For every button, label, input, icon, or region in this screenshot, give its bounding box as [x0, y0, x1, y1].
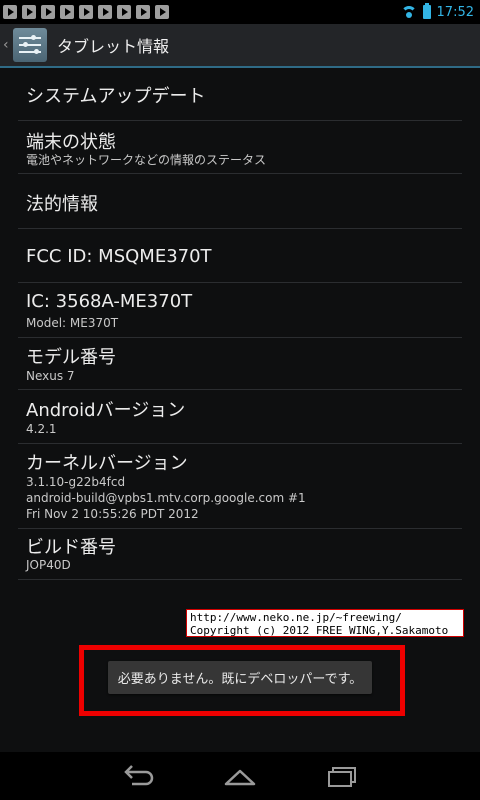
list-item-system-update[interactable]: システムアップデート [18, 68, 462, 121]
list-item-subtitle: 4.2.1 [26, 422, 57, 436]
copyright-url: http://www.neko.ne.jp/~freewing/ [190, 611, 402, 624]
list-item-title: 端末の状態 [26, 132, 116, 153]
play-notification-icon [3, 5, 17, 19]
toast-message: 必要ありません。既にデベロッパーです。 [108, 661, 372, 694]
copyright-watermark: http://www.neko.ne.jp/~freewing/ Copyrig… [186, 609, 464, 637]
play-notification-icon [98, 5, 112, 19]
list-item-title: ビルド番号 [26, 537, 116, 558]
list-item-title: システムアップデート [26, 86, 206, 107]
home-icon [224, 769, 256, 786]
play-notification-icon [79, 5, 93, 19]
list-item-subtitle: JOP40D [26, 558, 71, 572]
notification-icons [0, 5, 169, 19]
list-item-fcc-id: FCC ID: MSQME370T [18, 229, 462, 283]
list-item-title: FCC ID: MSQME370T [26, 246, 212, 267]
status-bar: 17:52 [0, 0, 480, 24]
list-item-title: モデル番号 [26, 347, 116, 368]
list-item-model-number: モデル番号 Nexus 7 [18, 338, 462, 390]
copyright-text: Copyright (c) 2012 FREE WING,Y.Sakamoto [190, 624, 449, 637]
play-notification-icon [41, 5, 55, 19]
action-bar: ‹ タブレット情報 [0, 24, 480, 68]
play-notification-icon [136, 5, 150, 19]
list-item-status[interactable]: 端末の状態 電池やネットワークなどの情報のステータス [18, 121, 462, 174]
list-item-subtitle: android-build@vpbs1.mtv.corp.google.com … [26, 491, 306, 505]
recent-apps-icon [328, 767, 356, 787]
back-caret-icon: ‹ [3, 37, 9, 53]
list-item-subtitle: Model: ME370T [26, 316, 119, 330]
home-button[interactable] [220, 762, 260, 790]
list-item-title: Androidバージョン [26, 400, 186, 421]
list-item-title: カーネルバージョン [26, 453, 188, 474]
list-item-legal[interactable]: 法的情報 [18, 174, 462, 229]
recent-apps-button[interactable] [322, 762, 362, 790]
wifi-icon [400, 6, 417, 18]
toast-text: 必要ありません。既にデベロッパーです。 [117, 672, 363, 687]
navigation-bar [0, 752, 480, 800]
list-item-ic: IC: 3568A-ME370T Model: ME370T [18, 283, 462, 338]
up-navigation[interactable]: ‹ [0, 28, 47, 62]
list-item-subtitle: 電池やネットワークなどの情報のステータス [26, 153, 267, 167]
play-notification-icon [60, 5, 74, 19]
page-title: タブレット情報 [57, 37, 170, 56]
settings-icon [13, 28, 47, 62]
list-item-kernel-version: カーネルバージョン 3.1.10-g22b4fcd android-build@… [18, 444, 462, 529]
back-arrow-icon [124, 765, 154, 786]
list-item-subtitle: Nexus 7 [26, 369, 75, 383]
list-item-android-version[interactable]: Androidバージョン 4.2.1 [18, 390, 462, 444]
play-notification-icon [117, 5, 131, 19]
play-notification-icon [22, 5, 36, 19]
play-notification-icon [155, 5, 169, 19]
back-button[interactable] [118, 762, 158, 790]
list-item-subtitle: Fri Nov 2 10:55:26 PDT 2012 [26, 507, 199, 521]
list-item-build-number[interactable]: ビルド番号 JOP40D [18, 529, 462, 580]
status-clock: 17:52 [436, 4, 474, 20]
list-item-title: 法的情報 [26, 194, 98, 215]
battery-icon [422, 3, 431, 19]
list-item-title: IC: 3568A-ME370T [26, 291, 193, 312]
list-item-subtitle: 3.1.10-g22b4fcd [26, 475, 126, 489]
